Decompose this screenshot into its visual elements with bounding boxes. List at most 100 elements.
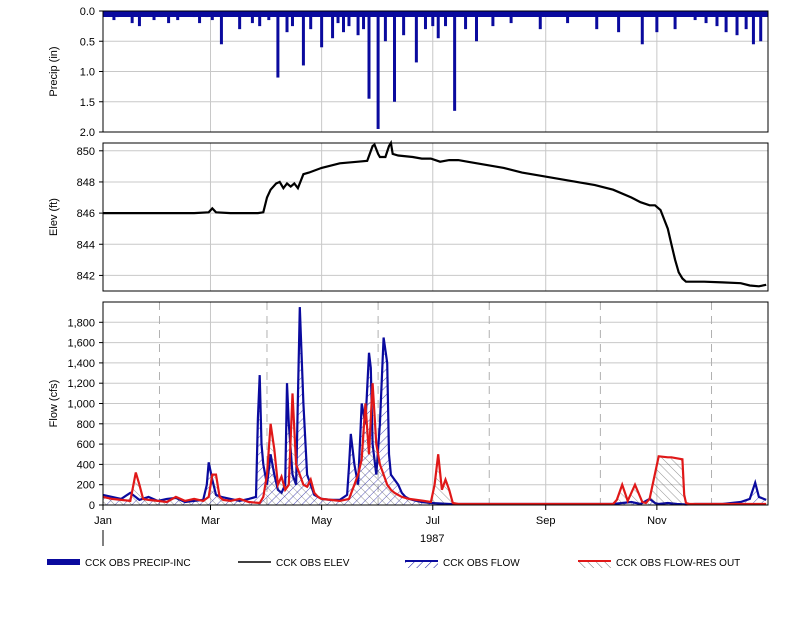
- precip-bar: [320, 11, 324, 48]
- precip-panel: 0.0 0.5 1.0 1.5 2.0 Precip (in): [48, 6, 769, 139]
- flow-ytick-label: 1,800: [67, 317, 95, 329]
- flow-xtick-label: Jan: [94, 515, 112, 527]
- precip-bar: [112, 11, 116, 21]
- flow-xtick-label: Mar: [201, 515, 220, 527]
- precip-ylabel: Precip (in): [48, 46, 60, 96]
- precip-bar: [116, 11, 120, 18]
- elev-panel: 842 844 846 848 850 Elev (ft): [48, 139, 769, 292]
- flow-ytick-label: 1,200: [67, 378, 95, 390]
- legend-label-3: CCK OBS FLOW-RES OUT: [616, 558, 740, 569]
- precip-bar: [538, 11, 542, 30]
- precip-bar: [759, 11, 763, 42]
- precip-bar: [640, 11, 644, 45]
- elev-ytick-label: 848: [77, 177, 95, 189]
- flow-ytick-label: 1,000: [67, 399, 95, 411]
- precip-ytick-label: 0.5: [80, 36, 95, 48]
- precip-bar: [219, 11, 223, 45]
- legend-swatch-res-out: [578, 561, 611, 568]
- flow-ytick-label: 1,400: [67, 358, 95, 370]
- precip-bar: [744, 11, 748, 30]
- precip-bar: [356, 11, 360, 36]
- flow-ylabel: Flow (cfs): [48, 380, 60, 428]
- precip-bar: [250, 11, 254, 24]
- precip-ytick-label: 0.0: [80, 6, 95, 18]
- precip-bar: [704, 11, 708, 24]
- precip-bar: [751, 11, 755, 45]
- flow-xtick-label: Nov: [647, 515, 667, 527]
- legend-swatch-flow: [405, 561, 438, 568]
- precip-bar: [347, 11, 351, 27]
- precip-bar: [414, 11, 418, 63]
- precip-bar: [715, 11, 719, 27]
- precip-bar: [176, 11, 180, 21]
- precip-ytick-label: 1.5: [80, 97, 95, 109]
- precip-bar: [205, 11, 209, 18]
- precip-bar: [724, 11, 728, 33]
- precip-bar: [301, 11, 305, 66]
- precip-bar: [735, 11, 739, 36]
- legend-swatch-precip: [47, 559, 80, 565]
- precip-bar: [464, 11, 468, 30]
- precip-bar: [238, 11, 242, 30]
- precip-bar: [393, 11, 397, 102]
- precip-bar: [192, 11, 196, 18]
- flow-ytick-label: 200: [77, 480, 95, 492]
- precip-bar: [444, 11, 448, 27]
- elev-ytick-label: 844: [77, 239, 95, 251]
- flow-xtick-label: Sep: [536, 515, 556, 527]
- precip-bar: [341, 11, 345, 33]
- flow-ytick-label: 1,600: [67, 338, 95, 350]
- precip-bar: [453, 11, 457, 111]
- precip-bar: [336, 11, 340, 24]
- precip-bar: [198, 11, 202, 24]
- precip-bar: [617, 11, 621, 33]
- precip-bar: [509, 11, 513, 24]
- precip-bar: [258, 11, 262, 27]
- precip-bar: [376, 11, 380, 129]
- flow-ytick-label: 400: [77, 459, 95, 471]
- legend-label-0: CCK OBS PRECIP-INC: [85, 558, 191, 569]
- precip-bar: [423, 11, 427, 30]
- flow-ytick-label: 600: [77, 439, 95, 451]
- precip-bar: [267, 11, 271, 21]
- elev-plot-area: [103, 143, 768, 291]
- precip-ytick-label: 1.0: [80, 67, 95, 79]
- precip-bar: [367, 11, 371, 99]
- precip-bar: [290, 11, 294, 27]
- flow-xtick-label: Jul: [426, 515, 440, 527]
- elev-ytick-label: 846: [77, 208, 95, 220]
- precip-bar: [362, 11, 366, 30]
- precip-bar: [474, 11, 478, 42]
- precip-bar: [431, 11, 435, 27]
- precip-bar: [159, 11, 163, 18]
- legend-label-2: CCK OBS FLOW: [443, 558, 520, 569]
- precip-bar: [383, 11, 387, 42]
- precip-bar: [566, 11, 570, 24]
- precip-bar: [130, 11, 134, 24]
- precip-ytick-label: 2.0: [80, 127, 95, 139]
- precip-bar: [167, 11, 171, 24]
- precip-bar: [595, 11, 599, 30]
- flow-panel: 0 200 400 600 800 1,000 1,200 1,400 1,600 1,800 Fl…: [48, 301, 769, 546]
- precip-bar: [402, 11, 406, 36]
- precip-bar: [655, 11, 659, 33]
- precip-bar: [210, 11, 214, 21]
- precip-bar: [331, 11, 335, 39]
- precip-bar: [285, 11, 289, 33]
- legend-label-1: CCK OBS ELEV: [276, 558, 350, 569]
- elev-ytick-label: 842: [77, 270, 95, 282]
- year-label: 1987: [420, 533, 444, 545]
- flow-ytick-label: 0: [89, 500, 95, 512]
- precip-bar: [673, 11, 677, 30]
- precip-bar: [309, 11, 313, 30]
- precip-bar: [276, 11, 280, 78]
- precip-bar: [152, 11, 156, 21]
- precip-bar: [491, 11, 495, 27]
- elev-ytick-label: 850: [77, 146, 95, 158]
- flow-ytick-label: 800: [77, 419, 95, 431]
- flow-xtick-label: May: [311, 515, 332, 527]
- precip-bar: [137, 11, 141, 27]
- elev-ylabel: Elev (ft): [48, 198, 60, 236]
- precip-bar: [693, 11, 697, 21]
- legend: CCK OBS PRECIP-INC CCK OBS ELEV CCK OBS FL…: [47, 558, 740, 569]
